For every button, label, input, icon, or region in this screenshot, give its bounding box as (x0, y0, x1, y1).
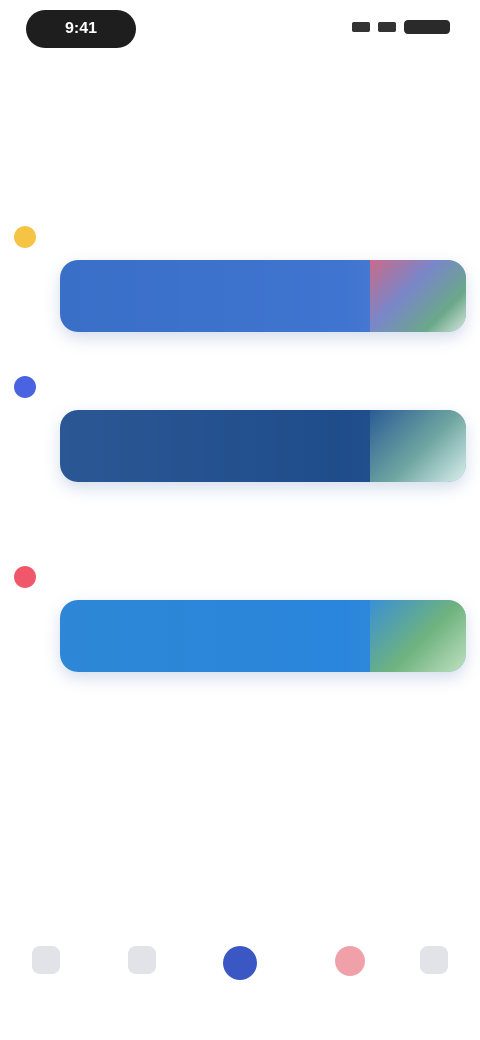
group-3-card-thumbnail (370, 600, 466, 672)
wifi-icon (378, 22, 396, 32)
group-3-dot-icon (14, 566, 36, 588)
center-action-icon (223, 946, 257, 980)
group-header-3 (14, 566, 50, 588)
group-2-dot-icon (14, 376, 36, 398)
status-time: 9:41 (26, 10, 136, 48)
tab-1[interactable] (16, 946, 76, 1006)
home-icon (32, 946, 60, 974)
tab-bar (0, 920, 480, 1020)
battery-icon (404, 20, 450, 34)
status-icons (352, 20, 450, 34)
signal-icon (352, 22, 370, 32)
list-icon (128, 946, 156, 974)
group-3-card[interactable] (60, 600, 466, 672)
group-1-card-thumbnail (370, 260, 466, 332)
group-header-1 (14, 226, 50, 248)
tab-2[interactable] (112, 946, 172, 1006)
group-header-2 (14, 376, 50, 398)
tab-3[interactable] (210, 946, 270, 1006)
status-bar: 9:41 (0, 0, 480, 60)
tab-4[interactable] (320, 946, 380, 1006)
group-1-card[interactable] (60, 260, 466, 332)
tab-5[interactable] (404, 946, 464, 1006)
group-2-card-thumbnail (370, 410, 466, 482)
heart-icon (335, 946, 365, 976)
group-1-dot-icon (14, 226, 36, 248)
profile-icon (420, 946, 448, 974)
group-2-card[interactable] (60, 410, 466, 482)
